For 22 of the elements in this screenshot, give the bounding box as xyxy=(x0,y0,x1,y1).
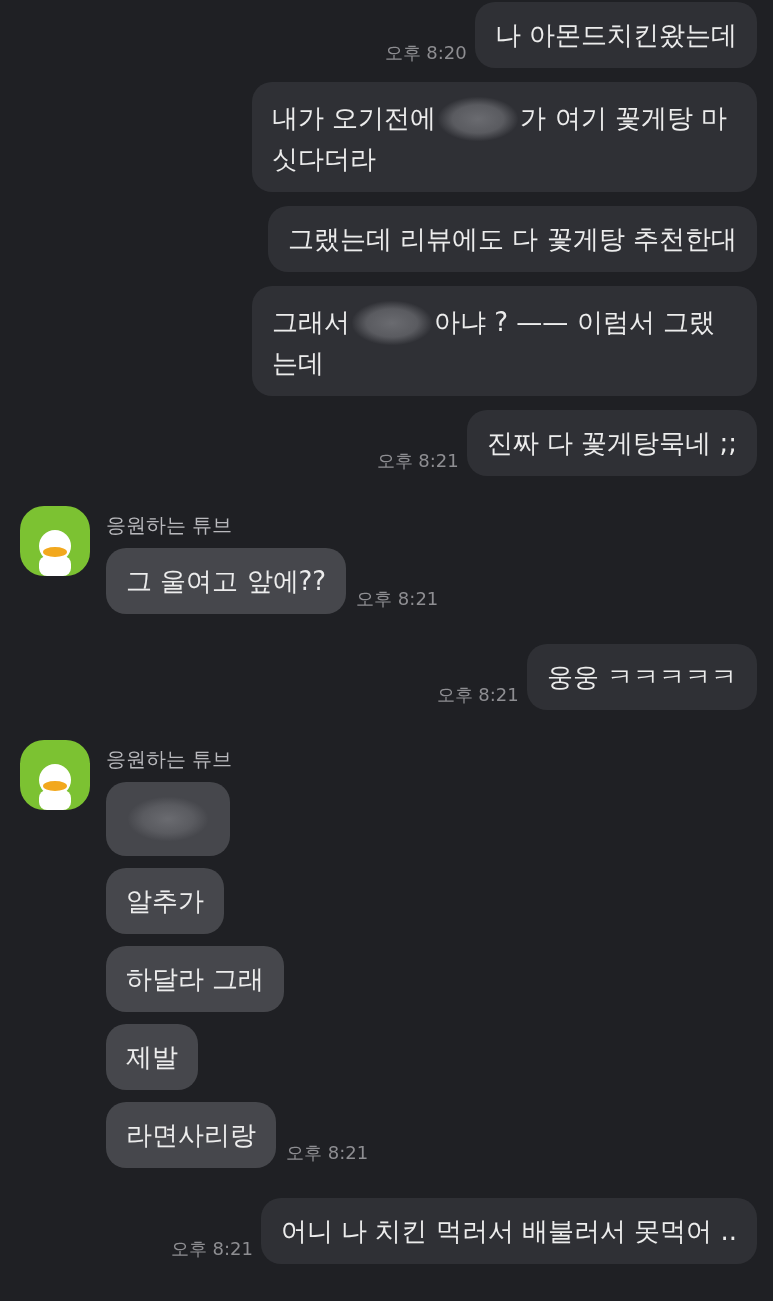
message-text: 웅웅 ㅋㅋㅋㅋㅋ xyxy=(546,661,737,694)
message-time: 오후 8:21 xyxy=(286,1141,369,1165)
message-text: 라면사리랑 xyxy=(126,1119,256,1152)
message-text: 그 울여고 앞에?? xyxy=(126,565,327,598)
profile-avatar[interactable] xyxy=(20,506,90,576)
message-time: 오후 8:20 xyxy=(384,41,467,65)
message-text: 알추가 xyxy=(126,885,204,918)
message-text: 내가 오기전에 가 여기 꽃게탕 마싯다더라 xyxy=(272,97,737,177)
message-time: 오후 8:21 xyxy=(376,449,459,473)
message-time: 오후 8:21 xyxy=(170,1237,253,1261)
message-time: 오후 8:21 xyxy=(356,587,439,611)
message-time: 오후 8:21 xyxy=(436,683,519,707)
message-text: 하달라 그래 xyxy=(126,963,265,996)
sender-name: 응원하는 튜브 xyxy=(106,746,233,773)
message-text: 그래서 아냐 ? —— 이럼서 그랬는데 xyxy=(272,301,737,381)
profile-avatar[interactable] xyxy=(20,740,90,810)
message-text: 진짜 다 꽃게탕묵네 ;; xyxy=(486,427,737,460)
message-text: 그랬는데 리뷰에도 다 꽃게탕 추천한대 xyxy=(287,223,737,256)
message-text: 제발 xyxy=(126,1041,178,1074)
message-text: 나 아몬드치킨왔는데 xyxy=(494,19,737,52)
sender-name: 응원하는 튜브 xyxy=(106,512,233,539)
message-text: 어니 나 치킨 먹러서 배불러서 못먹어 .. xyxy=(280,1215,737,1248)
